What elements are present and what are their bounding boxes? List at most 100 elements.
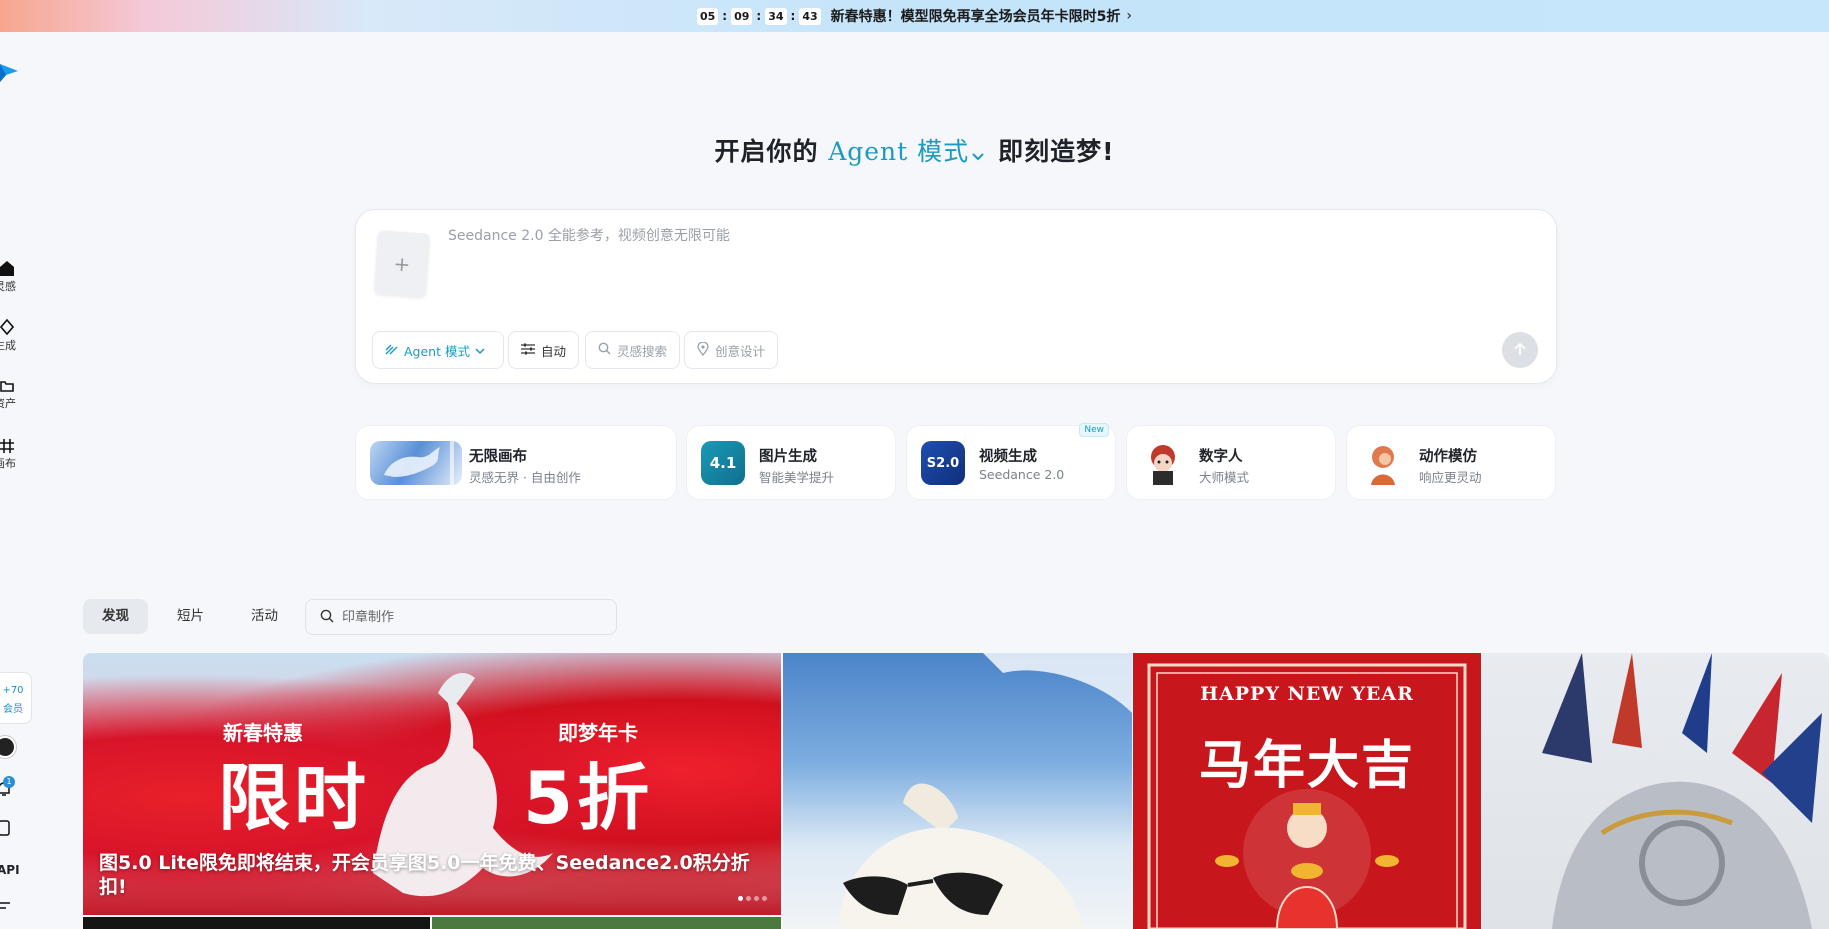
inspiration-search-label: 灵感搜索 <box>617 343 668 359</box>
chevron-down-icon <box>475 343 491 358</box>
card-subtitle: Seedance 2.0 <box>979 467 1065 482</box>
sidebar-item-label: 画布 <box>0 457 16 470</box>
search-icon <box>598 342 617 358</box>
sidebar-item-label: 资产 <box>0 397 16 410</box>
card-subtitle: 大师模式 <box>1199 470 1250 485</box>
gallery-item-mecha-helmet[interactable] <box>1482 653 1829 929</box>
prompt-box: + Agent 模式 自动 灵感搜索 创意设计 <box>355 209 1557 384</box>
mecha-helmet-image <box>1542 653 1822 929</box>
banner-right-big: 5折 <box>523 756 654 840</box>
search-icon <box>320 608 334 627</box>
credits-label: 会员 <box>3 704 23 715</box>
feed-search-input[interactable] <box>342 609 602 625</box>
card-title: 数字人 <box>1199 449 1243 465</box>
carousel-dot[interactable] <box>762 896 767 901</box>
hero-prefix: 开启你的 <box>714 137 819 166</box>
sidebar-item-label: 灵感 <box>0 280 16 293</box>
hero-title: 开启你的 Agent 模式 即刻造梦! <box>0 132 1829 168</box>
tab-shorts[interactable]: 短片 <box>158 599 223 634</box>
card-video-generation[interactable]: New S2.0 视频生成 Seedance 2.0 <box>906 423 1116 500</box>
upload-reference-button[interactable]: + <box>373 230 431 298</box>
poster-title: 马年大吉 <box>1198 736 1415 796</box>
rabbit-image <box>838 653 1132 929</box>
notification-bell[interactable]: 1 <box>0 776 15 801</box>
diamond-icon <box>0 319 20 335</box>
folder-icon <box>0 379 20 393</box>
promo-banner[interactable]: 05: 09: 34: 43 新春特惠！模型限免再享全场会员年卡限时5折 › <box>0 0 1829 32</box>
card-infinite-canvas[interactable]: 无限画布 灵感无界 · 自由创作 <box>355 425 677 500</box>
agent-wand-icon <box>385 342 404 358</box>
agent-mode-label: Agent 模式 <box>404 343 470 359</box>
banner-caption: 图5.0 Lite限免即将结束，开会员享图5.0一年免费、Seedance2.0… <box>99 852 750 898</box>
feed-search[interactable] <box>305 599 617 635</box>
digital-human-thumbnail <box>1141 441 1185 485</box>
sidebar-item-label: 生成 <box>0 339 16 352</box>
card-title: 无限画布 <box>469 449 527 465</box>
logo-icon[interactable] <box>0 62 18 84</box>
canvas-icon <box>0 439 20 453</box>
carousel-dots[interactable] <box>738 896 767 901</box>
auto-settings-button[interactable]: 自动 <box>508 331 580 369</box>
arrow-up-icon <box>1513 341 1527 360</box>
poster-top-text: HAPPY NEW YEAR <box>1200 683 1414 705</box>
card-image-generation[interactable]: 4.1 图片生成 智能美学提升 <box>686 425 896 500</box>
prompt-input[interactable] <box>448 228 1448 244</box>
video-gen-icon: S2.0 <box>921 441 965 485</box>
card-motion-imitation[interactable]: 动作模仿 响应更灵动 <box>1346 425 1556 500</box>
gallery-item-rabbit[interactable] <box>783 653 1132 929</box>
mode-selector[interactable]: Agent 模式 <box>828 137 998 166</box>
plus-icon: + <box>392 251 412 277</box>
image-gen-icon: 4.1 <box>701 441 745 485</box>
sliders-icon <box>521 343 541 358</box>
promo-carousel[interactable]: 新春特惠 限时 即梦年卡 5折 图5.0 Lite限免即将结束，开会员享图5.0… <box>83 653 781 915</box>
location-pin-icon <box>697 340 715 359</box>
sidebar-item-generate[interactable]: 生成 <box>0 319 20 353</box>
timer-seconds: 34 <box>765 7 787 25</box>
credits-value: +70 <box>2 685 24 696</box>
card-subtitle: 灵感无界 · 自由创作 <box>469 470 581 485</box>
home-icon <box>0 260 20 276</box>
card-subtitle: 智能美学提升 <box>759 470 835 485</box>
chevron-down-icon <box>971 139 985 168</box>
send-button[interactable] <box>1502 332 1538 368</box>
device-icon[interactable] <box>0 820 10 840</box>
card-title: 视频生成 <box>979 449 1037 465</box>
timer-centis: 43 <box>799 7 821 25</box>
chevron-right-icon: › <box>1126 8 1133 24</box>
avatar[interactable] <box>0 736 16 758</box>
tab-discover[interactable]: 发现 <box>83 599 148 634</box>
creative-design-button[interactable]: 创意设计 <box>684 331 779 369</box>
hero-suffix: 即刻造梦! <box>998 137 1115 166</box>
card-subtitle: 响应更灵动 <box>1419 470 1482 485</box>
tab-events[interactable]: 活动 <box>232 599 297 634</box>
creative-design-label: 创意设计 <box>715 343 766 359</box>
carousel-dot[interactable] <box>754 896 759 901</box>
banner-left-big: 限时 <box>218 756 371 840</box>
carousel-dot[interactable] <box>738 896 743 901</box>
gallery-item-row2-2[interactable] <box>432 917 781 929</box>
gallery-item-row2-1[interactable] <box>83 917 430 929</box>
timer-hours: 05 <box>696 7 719 25</box>
motion-imitation-thumbnail <box>1361 441 1405 485</box>
sidebar-item-inspiration[interactable]: 灵感 <box>0 260 20 294</box>
countdown-timer: 05: 09: 34: 43 <box>696 7 821 25</box>
sidebar-item-canvas[interactable]: 画布 <box>0 439 20 471</box>
notification-badge: 1 <box>3 776 15 788</box>
new-badge: New <box>1079 423 1109 437</box>
api-link[interactable]: API <box>0 863 20 877</box>
sidebar-item-assets[interactable]: 资产 <box>0 379 20 411</box>
promo-text[interactable]: 新春特惠！模型限免再享全场会员年卡限时5折 <box>831 6 1121 26</box>
card-title: 动作模仿 <box>1419 449 1477 465</box>
gallery-item-new-year-poster[interactable]: HAPPY NEW YEAR 马年大吉 <box>1133 653 1481 929</box>
credits-widget[interactable]: +70 会员 <box>0 672 32 724</box>
carousel-dot[interactable] <box>746 896 751 901</box>
auto-label: 自动 <box>541 343 567 359</box>
card-thumbnail <box>370 441 462 485</box>
agent-mode-button[interactable]: Agent 模式 <box>372 331 504 369</box>
card-digital-human[interactable]: 数字人 大师模式 <box>1126 425 1336 500</box>
menu-icon[interactable] <box>0 898 10 917</box>
timer-minutes: 09 <box>731 7 753 25</box>
inspiration-search-button[interactable]: 灵感搜索 <box>585 331 681 369</box>
mode-label: Agent 模式 <box>828 137 970 166</box>
card-title: 图片生成 <box>759 449 817 465</box>
